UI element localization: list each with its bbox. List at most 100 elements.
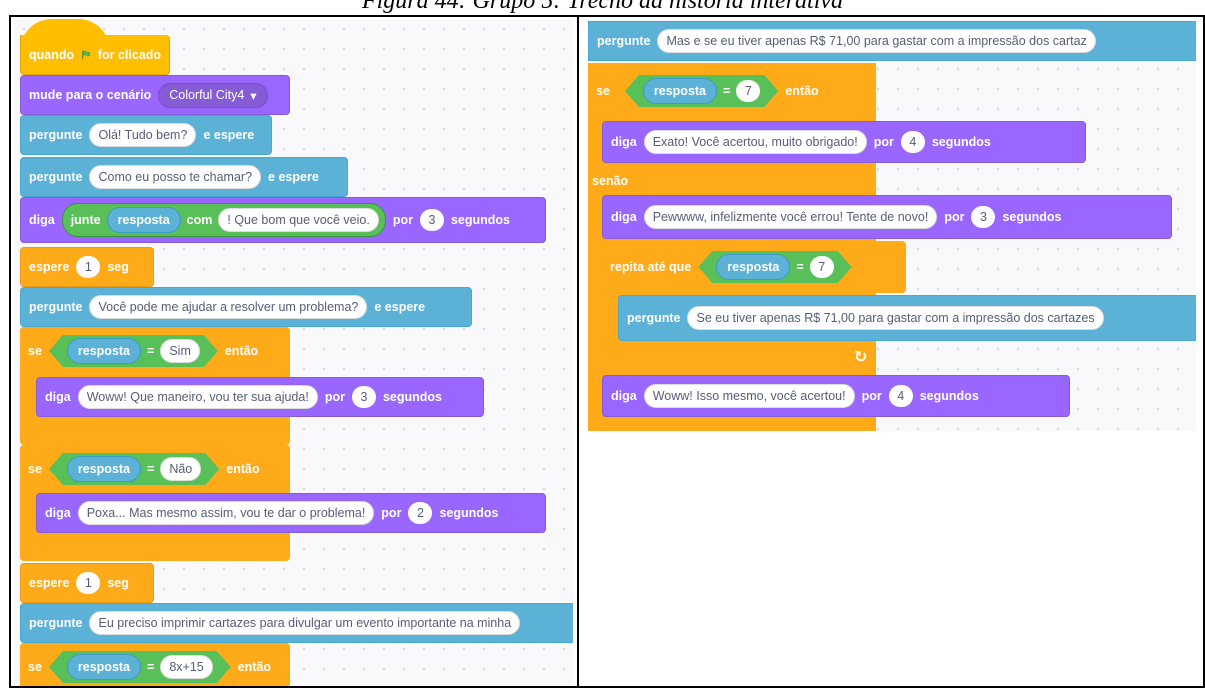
equals-label: = [147, 462, 155, 476]
compare-value-input[interactable]: 8x+15 [160, 655, 212, 679]
say-for-secs-block-5[interactable]: diga Pewwww, infelizmente você errou! Te… [602, 195, 1172, 239]
wait-block-1[interactable]: espere 1 seg [20, 247, 154, 287]
say-label: diga [45, 390, 71, 404]
else-label: senão [592, 174, 629, 188]
switch-backdrop-label: mude para o cenário [29, 88, 152, 102]
seconds-label: segundos [450, 213, 511, 227]
chevron-down-icon: ▾ [250, 88, 257, 103]
seconds-input[interactable]: 3 [351, 386, 376, 408]
loop-arrow-icon: ↻ [854, 349, 868, 366]
if-label: se [28, 462, 42, 476]
seconds-label: segundos [931, 135, 991, 149]
when-label: quando [29, 47, 75, 62]
compare-value-input[interactable]: Sim [160, 339, 200, 363]
seconds-label: segundos [439, 506, 499, 520]
answer-reporter[interactable]: resposta [106, 207, 181, 233]
ask-label: pergunte [29, 128, 83, 142]
else-label-row: senão [588, 169, 876, 193]
ask-block-1[interactable]: pergunte Olá! Tudo bem? e espere [20, 115, 272, 155]
ask-text-input[interactable]: Se eu tiver apenas R$ 71,00 para gastar … [687, 306, 1104, 330]
equals-operator[interactable]: resposta = 7 [625, 75, 778, 107]
left-script-panel[interactable]: quando for clicado mude para o cenário C… [14, 19, 573, 688]
say-for-secs-block-3[interactable]: diga Poxa... Mas mesmo assim, vou te dar… [36, 493, 546, 533]
repeat-until-header[interactable]: repita até que resposta = 7 [602, 241, 906, 293]
for-label: por [944, 210, 965, 224]
seconds-input[interactable]: 3 [419, 209, 444, 231]
ask-block-2[interactable]: pergunte Como eu posso te chamar? e espe… [20, 157, 348, 197]
if-label: se [596, 84, 610, 98]
say-label: diga [611, 135, 637, 149]
if-nao-header[interactable]: se resposta = Não então [20, 445, 290, 493]
say-text-input[interactable]: Woww! Que maneiro, vou ter sua ajuda! [77, 385, 318, 409]
for-label: por [381, 506, 402, 520]
say-label: diga [45, 506, 71, 520]
ask-block-6[interactable]: pergunte Se eu tiver apenas R$ 71,00 par… [618, 295, 1196, 341]
figure-caption: Figura 44: Grupo 5: Trecho da história i… [361, 0, 844, 14]
ask-text-input[interactable]: Como eu posso te chamar? [89, 165, 262, 189]
join-text-input[interactable]: ! Que bom que você veio. [218, 208, 379, 232]
for-label: por [324, 390, 345, 404]
ask-text-input[interactable]: Olá! Tudo bem? [89, 123, 197, 147]
ask-label: pergunte [597, 34, 651, 48]
seconds-label: segundos [919, 389, 979, 403]
when-flag-clicked-block[interactable]: quando for clicado [20, 35, 170, 75]
equals-operator[interactable]: resposta = 8x+15 [49, 651, 231, 683]
wait-label: espere [29, 576, 70, 590]
compare-value-input[interactable]: Não [160, 457, 201, 481]
flag-clicked-label: for clicado [97, 47, 161, 62]
say-for-secs-block-6[interactable]: diga Woww! Isso mesmo, você acertou! por… [602, 375, 1070, 417]
ask-block-5[interactable]: pergunte Mas e se eu tiver apenas R$ 71,… [588, 21, 1196, 61]
equals-label: = [147, 344, 155, 358]
say-text-input[interactable]: Pewwww, infelizmente você errou! Tente d… [643, 205, 938, 229]
then-label: então [237, 660, 272, 674]
join-operator[interactable]: junte resposta com ! Que bom que você ve… [61, 203, 386, 237]
join-with-label: com [186, 213, 213, 227]
answer-reporter[interactable]: resposta [67, 654, 141, 680]
if-sim-header[interactable]: se resposta = Sim então [20, 327, 290, 375]
wait-seconds-input[interactable]: 1 [76, 256, 101, 278]
ask-text-input[interactable]: Mas e se eu tiver apenas R$ 71,00 para g… [657, 29, 1096, 53]
seconds-input[interactable]: 3 [971, 206, 996, 228]
seconds-input[interactable]: 2 [408, 502, 433, 524]
ask-label: pergunte [29, 616, 83, 630]
compare-value-input[interactable]: 7 [736, 80, 760, 102]
say-text-input[interactable]: Woww! Isso mesmo, você acertou! [643, 384, 855, 408]
compare-value-input[interactable]: 7 [810, 256, 834, 278]
if-8x15-header[interactable]: se resposta = 8x+15 então [20, 643, 290, 688]
say-text-input[interactable]: Exato! Você acertou, muito obrigado! [643, 130, 867, 154]
answer-reporter[interactable]: resposta [716, 254, 790, 280]
say-for-secs-block-2[interactable]: diga Woww! Que maneiro, vou ter sua ajud… [36, 377, 484, 417]
answer-reporter[interactable]: resposta [643, 78, 717, 104]
if-label: se [28, 660, 42, 674]
equals-operator[interactable]: resposta = Não [49, 453, 219, 485]
say-for-secs-block-4[interactable]: diga Exato! Você acertou, muito obrigado… [602, 121, 1086, 163]
ask-label: pergunte [29, 170, 83, 184]
equals-operator[interactable]: resposta = 7 [698, 251, 851, 283]
backdrop-dropdown-value: Colorful City4 [169, 88, 245, 102]
ask-block-3[interactable]: pergunte Você pode me ajudar a resolver … [20, 287, 472, 327]
and-wait-label: e espere [268, 170, 319, 184]
say-for-secs-block-1[interactable]: diga junte resposta com ! Que bom que vo… [20, 197, 546, 243]
equals-operator[interactable]: resposta = Sim [49, 335, 218, 367]
wait-block-2[interactable]: espere 1 seg [20, 563, 154, 603]
say-text-input[interactable]: Poxa... Mas mesmo assim, vou te dar o pr… [77, 501, 375, 525]
equals-label: = [147, 660, 155, 674]
answer-reporter[interactable]: resposta [67, 456, 141, 482]
wait-seconds-input[interactable]: 1 [76, 572, 101, 594]
right-script-panel[interactable]: pergunte Mas e se eu tiver apenas R$ 71,… [588, 19, 1196, 431]
seconds-input[interactable]: 4 [900, 131, 925, 153]
equals-label: = [723, 84, 731, 98]
say-label: diga [611, 389, 637, 403]
equals-label: = [796, 260, 804, 274]
say-label: diga [611, 210, 637, 224]
answer-reporter[interactable]: resposta [67, 338, 141, 364]
switch-backdrop-block[interactable]: mude para o cenário Colorful City4 ▾ [20, 75, 290, 115]
seconds-input[interactable]: 4 [888, 385, 913, 407]
ask-text-input[interactable]: Eu preciso imprimir cartazes para divulg… [89, 611, 521, 635]
backdrop-dropdown[interactable]: Colorful City4 ▾ [158, 82, 268, 108]
if-else-header[interactable]: se resposta = 7 então [588, 63, 876, 119]
join-label: junte [70, 213, 101, 227]
ask-block-4[interactable]: pergunte Eu preciso imprimir cartazes pa… [20, 603, 573, 643]
green-flag-icon [82, 50, 90, 59]
ask-text-input[interactable]: Você pode me ajudar a resolver um proble… [89, 295, 368, 319]
